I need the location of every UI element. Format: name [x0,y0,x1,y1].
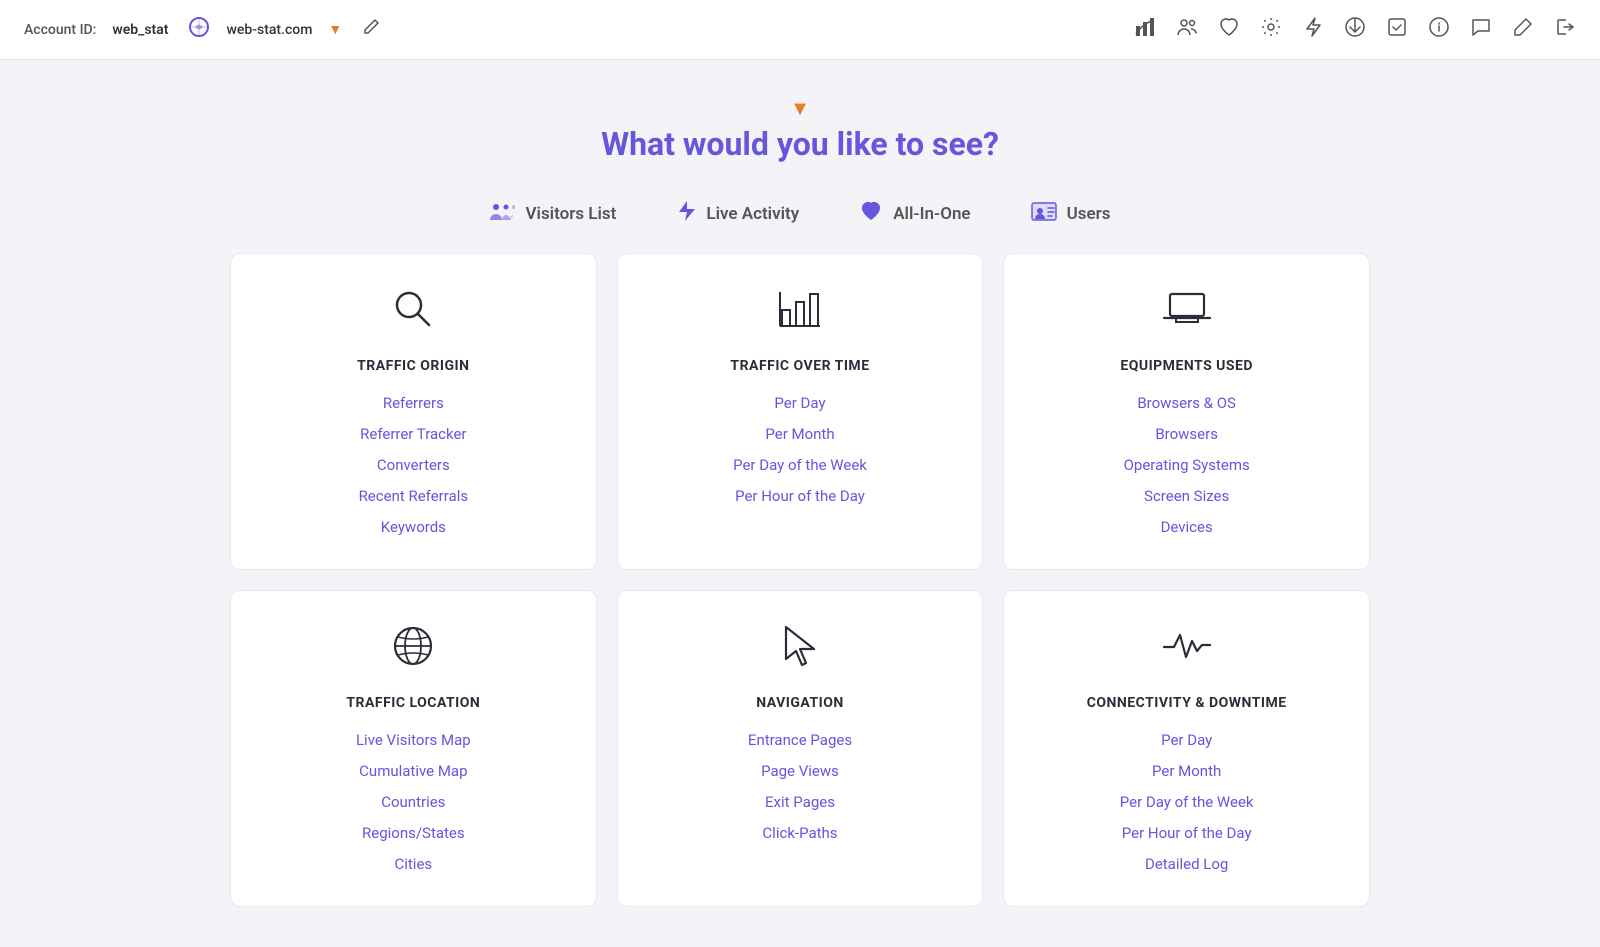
tab-all-in-one[interactable]: All-In-One [859,199,970,229]
cursor-icon [638,623,963,679]
link-referrer-tracker[interactable]: Referrer Tracker [251,421,576,448]
site-url[interactable]: web-stat.com [226,22,312,38]
cards-grid: TRAFFIC ORIGIN Referrers Referrer Tracke… [200,253,1400,947]
tab-users[interactable]: Users [1031,199,1111,229]
card-traffic-over-time-title: TRAFFIC OVER TIME [638,358,963,374]
header-icons [1134,16,1576,43]
tab-visitors-list[interactable]: Visitors List [489,199,616,229]
link-devices[interactable]: Devices [1024,514,1349,541]
info-icon[interactable] [1428,16,1450,43]
link-browsers-os[interactable]: Browsers & OS [1024,390,1349,417]
all-in-one-icon [859,200,883,228]
link-connectivity-per-day-of-week[interactable]: Per Day of the Week [1024,789,1349,816]
settings-icon[interactable] [1260,16,1282,43]
tab-users-label: Users [1067,204,1111,224]
link-keywords[interactable]: Keywords [251,514,576,541]
tab-live-activity[interactable]: Live Activity [676,199,799,229]
card-traffic-location-links: Live Visitors Map Cumulative Map Countri… [251,727,576,878]
link-exit-pages[interactable]: Exit Pages [638,789,963,816]
link-per-day[interactable]: Per Day [638,390,963,417]
lightning-nav-icon[interactable] [1302,16,1324,43]
card-connectivity-downtime-title: CONNECTIVITY & DOWNTIME [1024,695,1349,711]
link-countries[interactable]: Countries [251,789,576,816]
link-regions-states[interactable]: Regions/States [251,820,576,847]
card-traffic-origin: TRAFFIC ORIGIN Referrers Referrer Tracke… [230,253,597,570]
arrow-indicator: ▼ [0,96,1600,121]
card-traffic-over-time: TRAFFIC OVER TIME Per Day Per Month Per … [617,253,984,570]
card-connectivity-downtime: CONNECTIVITY & DOWNTIME Per Day Per Mont… [1003,590,1370,907]
group-users-icon[interactable] [1176,16,1198,43]
link-click-paths[interactable]: Click-Paths [638,820,963,847]
card-navigation: NAVIGATION Entrance Pages Page Views Exi… [617,590,984,907]
heart-nav-icon[interactable] [1218,16,1240,43]
link-page-views[interactable]: Page Views [638,758,963,785]
link-connectivity-per-hour-of-day[interactable]: Per Hour of the Day [1024,820,1349,847]
link-per-day-of-week[interactable]: Per Day of the Week [638,452,963,479]
link-referrers[interactable]: Referrers [251,390,576,417]
globe-icon [251,623,576,679]
card-navigation-title: NAVIGATION [638,695,963,711]
link-per-month[interactable]: Per Month [638,421,963,448]
download-icon[interactable] [1344,16,1366,43]
tab-all-in-one-label: All-In-One [893,204,970,224]
card-equipments-used-title: EQUIPMENTS USED [1024,358,1349,374]
nav-tabs: Visitors List Live Activity All-In-One [0,183,1600,253]
link-screen-sizes[interactable]: Screen Sizes [1024,483,1349,510]
chart-icon[interactable] [1134,16,1156,43]
live-activity-icon [676,199,696,229]
account-id-value: web_stat [112,22,168,38]
tab-live-activity-label: Live Activity [706,204,799,224]
link-per-hour-of-day[interactable]: Per Hour of the Day [638,483,963,510]
link-connectivity-per-day[interactable]: Per Day [1024,727,1349,754]
link-cities[interactable]: Cities [251,851,576,878]
link-converters[interactable]: Converters [251,452,576,479]
card-connectivity-downtime-links: Per Day Per Month Per Day of the Week Pe… [1024,727,1349,878]
card-traffic-origin-title: TRAFFIC ORIGIN [251,358,576,374]
visitors-list-icon [489,200,515,228]
laptop-icon [1024,286,1349,342]
logout-icon[interactable] [1554,16,1576,43]
link-browsers[interactable]: Browsers [1024,421,1349,448]
link-detailed-log[interactable]: Detailed Log [1024,851,1349,878]
logo-icon [188,16,210,43]
pulse-icon [1024,623,1349,679]
checkbox-icon[interactable] [1386,16,1408,43]
users-card-icon [1031,200,1057,228]
dropdown-icon[interactable]: ▼ [328,21,342,38]
card-equipments-used: EQUIPMENTS USED Browsers & OS Browsers O… [1003,253,1370,570]
tab-visitors-list-label: Visitors List [525,204,616,224]
account-id-label: Account ID: [24,22,96,38]
card-traffic-over-time-links: Per Day Per Month Per Day of the Week Pe… [638,390,963,510]
card-navigation-links: Entrance Pages Page Views Exit Pages Cli… [638,727,963,847]
card-traffic-location: TRAFFIC LOCATION Live Visitors Map Cumul… [230,590,597,907]
card-traffic-location-title: TRAFFIC LOCATION [251,695,576,711]
card-equipments-used-links: Browsers & OS Browsers Operating Systems… [1024,390,1349,541]
card-traffic-origin-links: Referrers Referrer Tracker Converters Re… [251,390,576,541]
edit-page-icon[interactable] [1512,16,1534,43]
chat-icon[interactable] [1470,16,1492,43]
link-cumulative-map[interactable]: Cumulative Map [251,758,576,785]
bar-chart-icon [638,286,963,342]
header: Account ID: web_stat web-stat.com ▼ [0,0,1600,60]
link-live-visitors-map[interactable]: Live Visitors Map [251,727,576,754]
link-entrance-pages[interactable]: Entrance Pages [638,727,963,754]
page-title-area: ▼ What would you like to see? [0,60,1600,183]
page-title: What would you like to see? [0,125,1600,163]
link-connectivity-per-month[interactable]: Per Month [1024,758,1349,785]
search-icon [251,286,576,342]
link-operating-systems[interactable]: Operating Systems [1024,452,1349,479]
edit-account-icon[interactable] [362,18,380,41]
link-recent-referrals[interactable]: Recent Referrals [251,483,576,510]
